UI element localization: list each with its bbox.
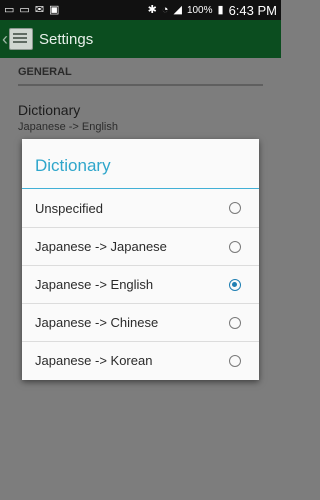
status-left: ▭ ▭ ✉ ▣ [4,3,60,16]
option-label: Japanese -> Japanese [35,239,167,254]
screen-icon: ▭ [19,3,30,16]
signal-icon: ◢ [173,3,182,16]
status-right: ✱ ◔ ◢ 100% ▮ 6:43 PM [148,3,277,18]
option-japanese-chinese[interactable]: Japanese -> Chinese [22,303,259,341]
bluetooth-icon: ✱ [147,3,157,16]
battery-percent: 100% [186,4,213,16]
app-logo-icon[interactable] [9,28,33,50]
option-unspecified[interactable]: Unspecified [22,189,259,227]
status-bar: ▭ ▭ ✉ ▣ ✱ ◔ ◢ 100% ▮ 6:43 PM [0,0,281,20]
option-japanese-english[interactable]: Japanese -> English [22,265,259,303]
mail-icon: ✉ [34,3,45,16]
battery-icon: ▮ [217,3,224,16]
wifi-icon: ◔ [161,3,169,16]
action-bar: ‹ Settings [0,20,281,58]
dictionary-dialog: Dictionary Unspecified Japanese -> Japan… [22,139,259,380]
option-japanese-korean[interactable]: Japanese -> Korean [22,341,259,379]
dictionary-preference[interactable]: Dictionary Japanese -> English [18,102,263,133]
preference-summary: Japanese -> English [18,121,118,133]
download-icon: ▭ [4,3,15,16]
radio-button[interactable] [229,202,241,214]
dialog-title: Dictionary [22,139,259,189]
image-icon: ▣ [49,3,60,16]
option-label: Japanese -> Korean [35,353,153,368]
radio-button[interactable] [229,240,241,253]
back-chevron-icon[interactable]: ‹ [2,29,8,50]
option-japanese-japanese[interactable]: Japanese -> Japanese [22,227,259,265]
option-label: Japanese -> English [35,277,154,292]
radio-button[interactable] [229,316,241,329]
preference-title: Dictionary [18,102,81,118]
option-label: Japanese -> Chinese [35,315,159,330]
option-label: Unspecified [35,200,103,216]
clock: 6:43 PM [228,2,277,18]
action-bar-title: Settings [39,30,94,48]
radio-button-checked[interactable] [229,278,241,291]
section-header: GENERAL [18,66,263,86]
radio-button[interactable] [229,354,241,367]
options-list: Unspecified Japanese -> Japanese Japanes… [22,189,259,379]
